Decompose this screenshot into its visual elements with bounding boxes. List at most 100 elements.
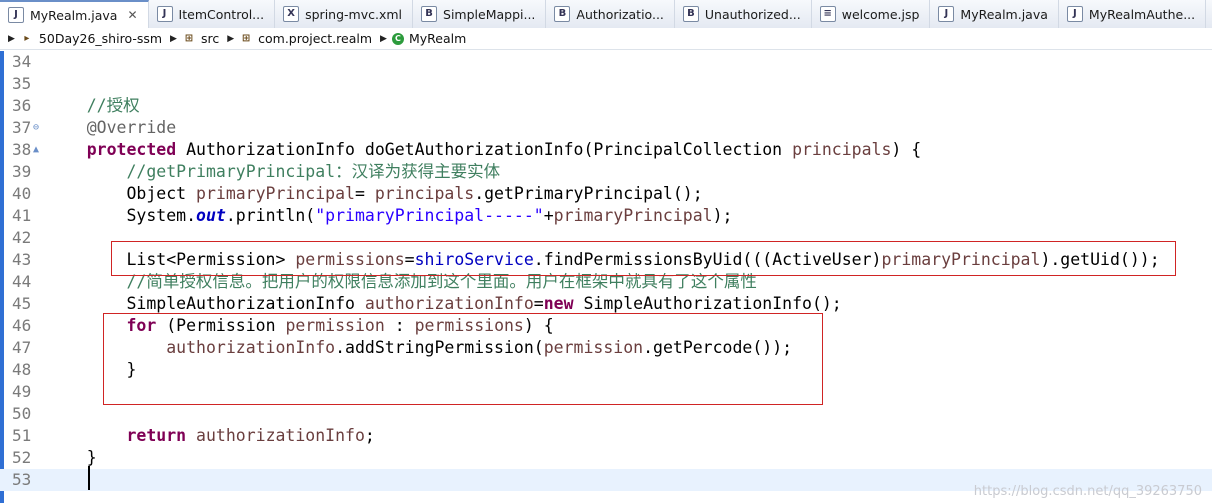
code-line[interactable]: 39 //getPrimaryPrincipal：汉译为获得主要实体 [0,161,1212,183]
code-line[interactable]: 38 ▲ protected AuthorizationInfo doGetAut… [0,139,1212,161]
watermark: https://blog.csdn.net/qq_39263750 [973,484,1202,499]
code-line[interactable]: 50 [0,403,1212,425]
file-type-icon: J [1066,6,1083,22]
editor-tab-bar: J MyRealm.java ✕ J ItemControl... Xspring-mvc… [0,0,1212,29]
code-line[interactable]: 35 [0,73,1212,95]
code-line[interactable]: 51 return authorizationInfo; [0,425,1212,447]
code-line[interactable]: 46 for (Permission permission : permissi… [0,315,1212,337]
code-line[interactable]: 34 [0,51,1212,73]
file-type-icon: J [938,6,955,22]
file-type-icon: J [8,7,24,23]
tab-4[interactable]: B Authorizatio... [546,0,675,28]
file-type-icon: B [554,6,571,22]
code-text: System.out.println("primaryPrincipal----… [47,206,733,225]
code-text: @Override [86,118,177,137]
code-line[interactable]: 44 //简单授权信息。把用户的权限信息添加到这个里面。用户在框架中就具有了这个… [0,271,1212,293]
code-line[interactable]: 49 [0,381,1212,403]
tab-label: MyRealm.java [30,7,118,23]
line-number: 41 [12,206,32,225]
tab-0[interactable]: J MyRealm.java ✕ [0,0,149,28]
breadcrumb-label: MyRealm [408,31,467,46]
breadcrumb-item-2[interactable]: ▶ ⊞ com.project.realm [227,31,372,46]
file-type-icon: X [283,6,300,22]
line-number: 49 [12,382,32,401]
line-number: 52 [12,448,32,467]
line-number: 50 [12,404,32,423]
tab-5[interactable]: B Unauthorized... [675,0,812,28]
code-text: protected AuthorizationInfo doGetAuthori… [86,140,922,159]
code-line[interactable]: 45 SimpleAuthorizationInfo authorization… [0,293,1212,315]
tab-7[interactable]: J MyRealm.java [930,0,1059,28]
code-line[interactable]: 36 //授权 [0,95,1212,117]
package-icon: ⊞ [241,33,251,44]
code-line[interactable]: 37 ⊖ @Override [0,117,1212,139]
line-number: 48 [12,360,32,379]
tab-label: SimpleMappi... [443,6,536,22]
code-line[interactable]: 40 Object primaryPrincipal= principals.g… [0,183,1212,205]
close-icon[interactable]: ✕ [127,8,137,22]
code-line[interactable]: 47 authorizationInfo.addStringPermission… [0,337,1212,359]
line-number: 51 [12,426,32,445]
breadcrumb-item-1[interactable]: ▶ ⊞ src [170,31,219,46]
line-number: 36 [12,96,32,115]
breadcrumb: ▶ ▸ 50Day26_shiro-ssm ▶ ⊞ src ▶ ⊞ com.project.re… [0,28,1212,50]
line-number: 40 [12,184,32,203]
tab-3[interactable]: B SimpleMappi... [413,0,547,28]
code-text: List<Permission> permissions=shiroServic… [47,250,1160,269]
breadcrumb-item-3[interactable]: ▶ C MyRealm [380,31,466,46]
file-type-icon: ≡ [819,6,836,22]
text-caret [88,466,90,490]
line-number: 53 [12,470,32,489]
code-text: SimpleAuthorizationInfo authorizationInf… [47,294,842,313]
breadcrumb-item-0[interactable]: ▶ ▸ 50Day26_shiro-ssm [8,31,162,46]
line-number: 37 [12,118,32,137]
line-number: 44 [12,272,32,291]
tab-label: MyRealm.java [960,6,1048,22]
tab-label: Authorizatio... [576,6,664,22]
chevron-right-icon: ▶ [380,33,387,44]
code-text: Object primaryPrincipal= principals.getP… [47,184,703,203]
class-icon: C [391,32,404,45]
code-line[interactable]: 43 List<Permission> permissions=shiroSer… [0,249,1212,271]
code-line[interactable]: 52 } [0,447,1212,469]
line-number: 38 [12,140,32,159]
file-type-icon: J [156,6,173,22]
code-text: //简单授权信息。把用户的权限信息添加到这个里面。用户在框架中就具有了这个属性 [126,272,757,291]
tab-label: welcome.jsp [841,6,920,22]
line-number: 34 [12,52,32,71]
code-line[interactable]: 48 } [0,359,1212,381]
file-type-icon: B [682,6,699,22]
line-number: 39 [12,162,32,181]
code-text: //getPrimaryPrincipal：汉译为获得主要实体 [126,162,501,181]
tab-label: Unauthorized... [704,6,801,22]
code-text: authorizationInfo.addStringPermission(pe… [166,338,793,357]
breadcrumb-label: 50Day26_shiro-ssm [38,31,163,46]
tab-label: ItemControl... [178,6,265,22]
chevron-right-icon: ▶ [170,33,177,44]
tab-1[interactable]: J ItemControl... [149,0,276,28]
code-text: return authorizationInfo; [126,426,375,445]
code-editor[interactable]: 34 35 36 //授权 37 ⊖ @Override 38 ▲ protected Au… [0,51,1212,503]
file-type-icon: B [421,6,438,22]
breadcrumb-label: src [200,31,220,46]
override-marker-icon: ▲ [33,144,40,155]
line-number: 42 [12,228,32,247]
tab-8[interactable]: J MyRealmAuthe... [1059,0,1207,28]
package-icon: ⊞ [184,33,194,44]
code-text: } [47,360,137,379]
code-line[interactable]: 42 [0,227,1212,249]
line-number: 47 [12,338,32,357]
line-number: 43 [12,250,32,269]
tab-6[interactable]: ≡ welcome.jsp [812,0,931,28]
code-text: for (Permission permission : permissions… [126,316,554,335]
line-number: 35 [12,74,32,93]
line-number: 46 [12,316,32,335]
tab-label: spring-mvc.xml [305,6,403,22]
code-text: //授权 [86,96,140,115]
chevron-right-icon: ▶ [8,33,15,44]
tab-2[interactable]: Xspring-mvc.xml [275,0,414,28]
line-number: 45 [12,294,32,313]
fold-icon[interactable]: ⊖ [33,117,39,139]
code-line[interactable]: 41 System.out.println("primaryPrincipal-… [0,205,1212,227]
chevron-right-icon: ▶ [227,33,235,44]
